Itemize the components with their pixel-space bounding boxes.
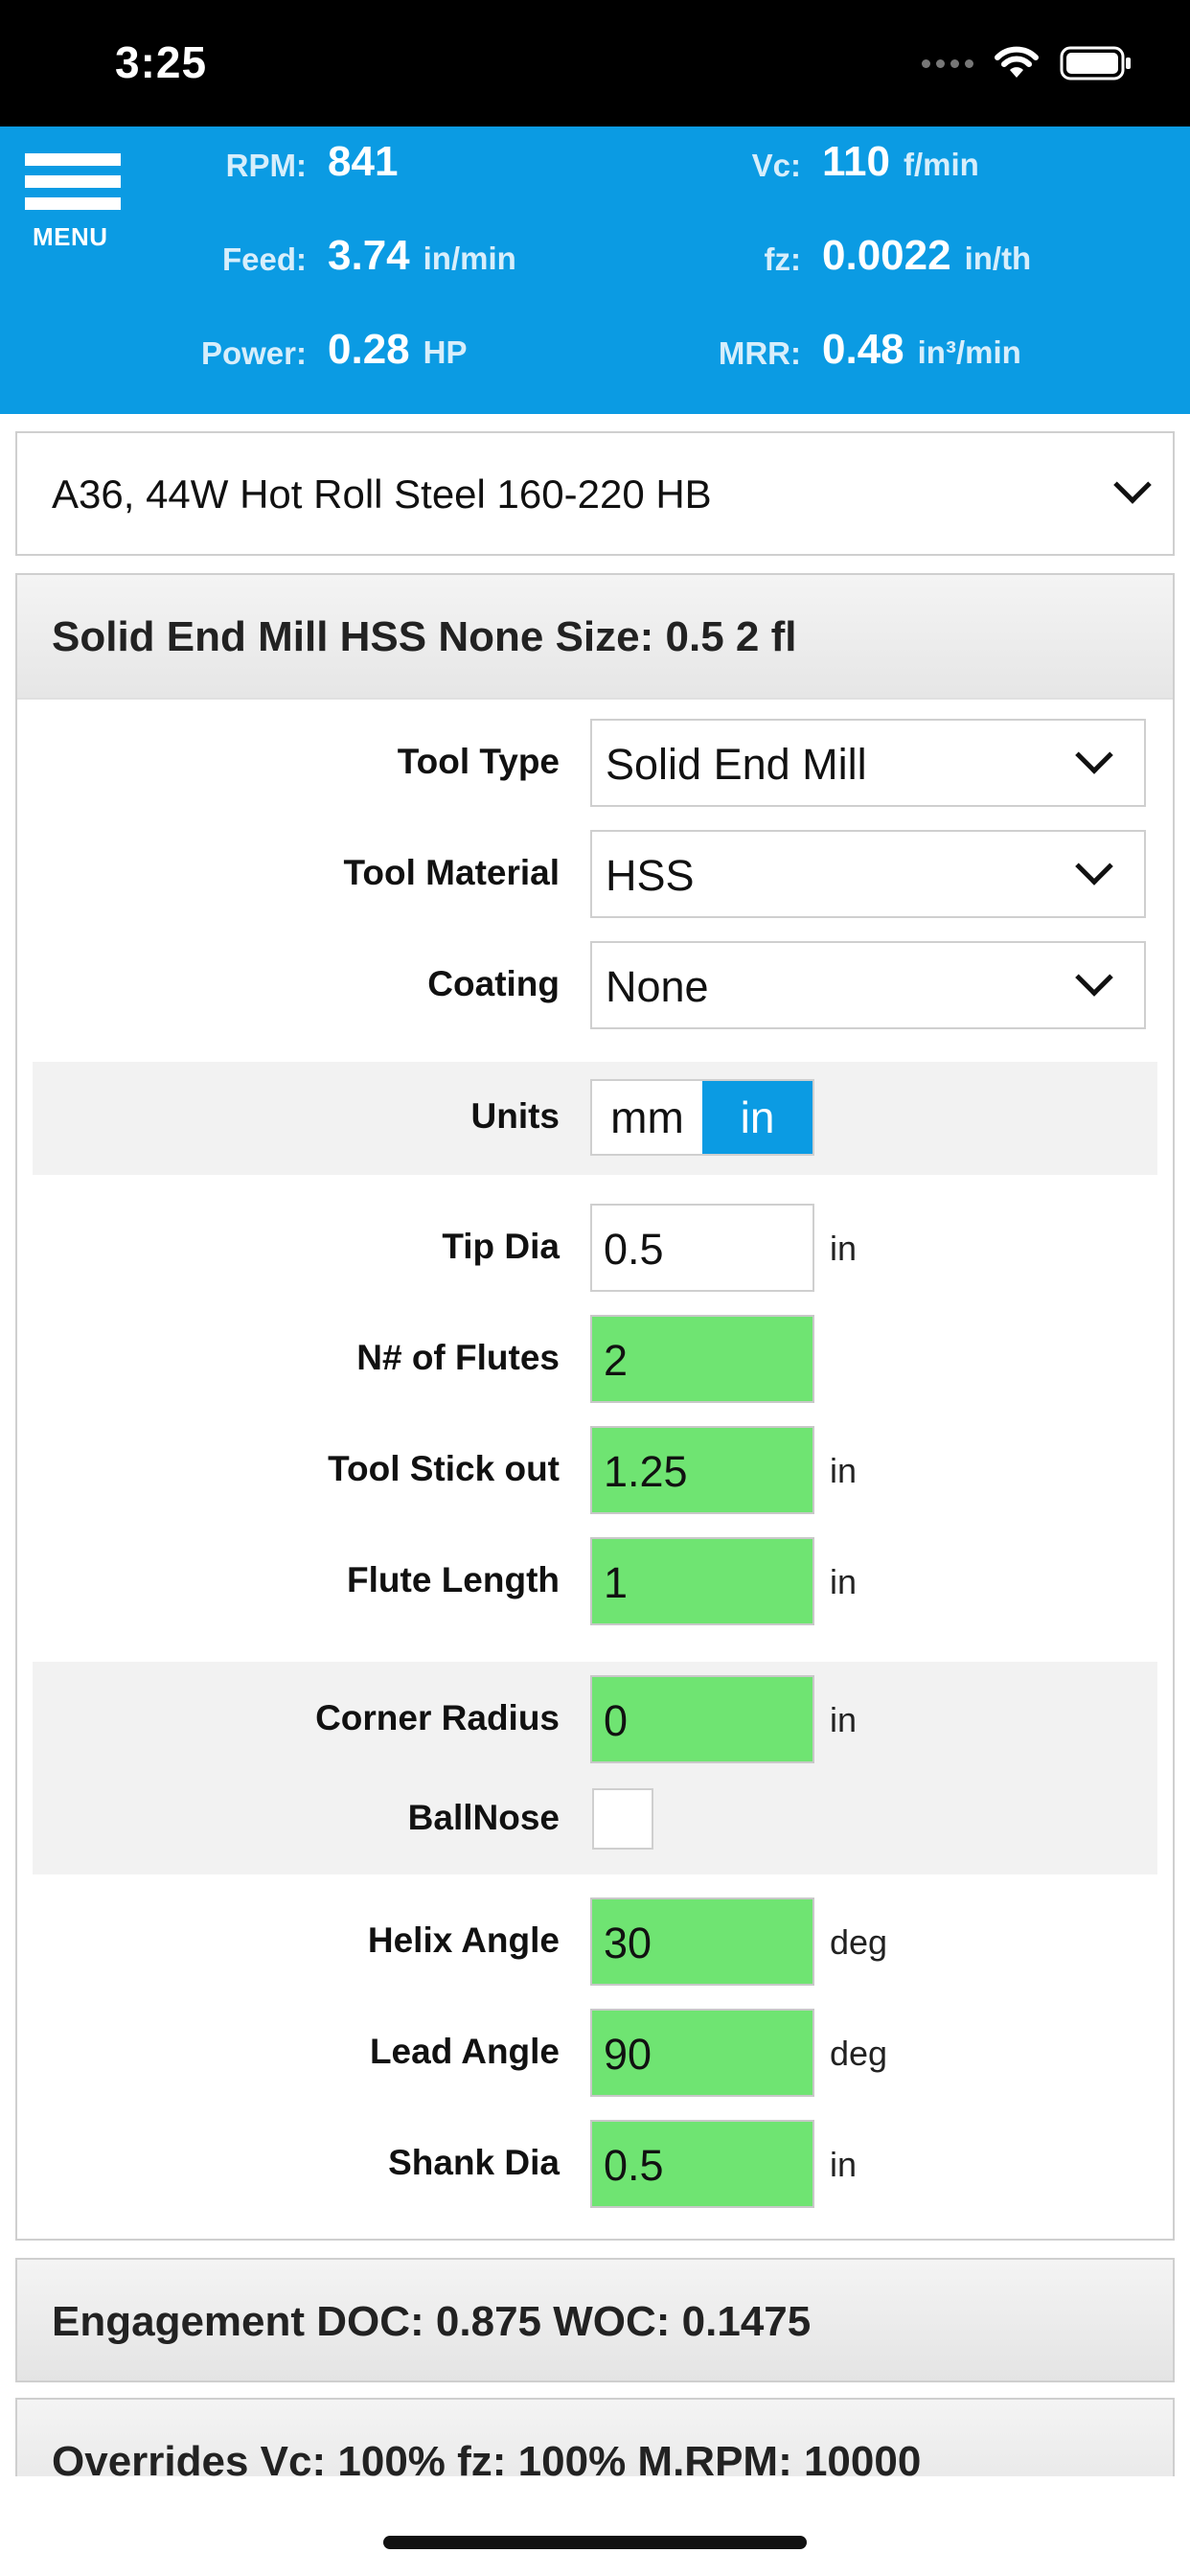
helix-angle-unit: deg	[830, 1922, 888, 1962]
corner-radius-unit: in	[830, 1700, 858, 1739]
helix-angle-input[interactable]: 30	[590, 1898, 814, 1986]
vc-readout: 110 f/min	[822, 138, 979, 186]
wifi-icon	[995, 46, 1039, 78]
lead-angle-input[interactable]: 90	[590, 2009, 814, 2097]
corner-radius-input[interactable]: 0	[590, 1675, 814, 1763]
fz-value: 0.0022	[822, 232, 951, 279]
vc-value: 110	[822, 138, 890, 185]
shank-dia-value: 0.5	[604, 2141, 664, 2190]
status-time: 3:25	[115, 37, 208, 87]
tool-panel-header[interactable]: Solid End Mill HSS None Size: 0.5 2 fl	[17, 575, 1173, 700]
coating-value: None	[606, 962, 709, 1011]
mrr-readout: 0.48 in³/min	[822, 326, 1021, 374]
flute-length-value: 1	[604, 1558, 629, 1607]
fz-label: fz:	[764, 242, 801, 277]
units-toggle[interactable]: mm in	[590, 1079, 814, 1156]
results-header: MENU RPM: 841 Vc: 110 f/min Feed: 3.74 i…	[0, 126, 1190, 414]
flutes-value: 2	[604, 1336, 629, 1385]
stick-out-unit: in	[830, 1451, 858, 1490]
engagement-title: Engagement DOC: 0.875 WOC: 0.1475	[52, 2298, 812, 2345]
lead-angle-unit: deg	[830, 2034, 888, 2073]
flutes-label: N# of Flutes	[356, 1338, 560, 1377]
tool-type-select[interactable]: Solid End Mill	[590, 719, 1146, 807]
coating-label: Coating	[427, 964, 560, 1003]
tool-type-value: Solid End Mill	[606, 740, 867, 789]
shank-dia-label: Shank Dia	[388, 2143, 560, 2182]
status-icons	[922, 44, 1133, 82]
stick-out-label: Tool Stick out	[328, 1449, 560, 1488]
rpm-label: RPM:	[225, 148, 307, 183]
vc-unit: f/min	[903, 147, 979, 182]
status-bar: 3:25	[0, 0, 1190, 126]
mrr-unit: in³/min	[917, 334, 1021, 370]
fz-unit: in/th	[964, 241, 1032, 276]
corner-radius-label: Corner Radius	[315, 1698, 560, 1737]
hamburger-icon	[25, 153, 121, 166]
vc-label: Vc:	[751, 148, 801, 183]
corner-radius-value: 0	[604, 1696, 629, 1745]
tip-dia-unit: in	[830, 1229, 858, 1268]
helix-angle-value: 30	[604, 1919, 652, 1967]
tool-material-value: HSS	[606, 851, 695, 900]
battery-icon	[1060, 46, 1131, 80]
tool-panel-title: Solid End Mill HSS None Size: 0.5 2 fl	[52, 613, 797, 660]
mrr-label: MRR:	[718, 335, 801, 371]
ballnose-label: BallNose	[407, 1798, 560, 1837]
power-unit: HP	[423, 334, 468, 370]
stick-out-input[interactable]: 1.25	[590, 1426, 814, 1514]
helix-angle-label: Helix Angle	[367, 1920, 560, 1960]
signal-icon	[922, 58, 973, 68]
power-value: 0.28	[328, 326, 410, 373]
stick-out-value: 1.25	[604, 1447, 688, 1496]
flute-length-label: Flute Length	[347, 1560, 560, 1599]
tip-dia-label: Tip Dia	[442, 1227, 560, 1266]
tip-dia-value: 0.5	[604, 1225, 664, 1274]
shank-dia-unit: in	[830, 2145, 858, 2184]
chevron-down-icon	[1075, 958, 1113, 997]
flute-length-unit: in	[830, 1562, 858, 1601]
power-readout: 0.28 HP	[328, 326, 467, 374]
flute-length-input[interactable]: 1	[590, 1537, 814, 1625]
lead-angle-value: 90	[604, 2030, 652, 2079]
tool-panel: Solid End Mill HSS None Size: 0.5 2 fl T…	[15, 573, 1175, 2241]
units-label: Units	[470, 1096, 561, 1136]
feed-value: 3.74	[328, 232, 410, 279]
power-label: Power:	[200, 335, 307, 371]
chevron-down-icon	[1075, 847, 1113, 886]
rpm-readout: 841	[328, 138, 398, 186]
rpm-value: 841	[328, 138, 399, 185]
tool-material-label: Tool Material	[343, 853, 560, 892]
mrr-value: 0.48	[822, 326, 904, 373]
shank-dia-input[interactable]: 0.5	[590, 2120, 814, 2208]
feed-label: Feed:	[221, 242, 307, 277]
engagement-panel[interactable]: Engagement DOC: 0.875 WOC: 0.1475	[15, 2258, 1175, 2382]
units-option-mm[interactable]: mm	[592, 1081, 702, 1154]
lead-angle-label: Lead Angle	[369, 2032, 560, 2071]
ballnose-checkbox[interactable]	[592, 1788, 653, 1850]
coating-select[interactable]: None	[590, 941, 1146, 1029]
home-indicator[interactable]	[383, 2536, 807, 2549]
tip-dia-input[interactable]: 0.5	[590, 1204, 814, 1292]
feed-readout: 3.74 in/min	[328, 232, 516, 280]
flutes-input[interactable]: 2	[590, 1315, 814, 1403]
units-option-in[interactable]: in	[702, 1081, 812, 1154]
home-indicator-area	[0, 2476, 1190, 2576]
feed-unit: in/min	[423, 241, 516, 276]
chevron-down-icon	[1075, 736, 1113, 774]
tool-material-select[interactable]: HSS	[590, 830, 1146, 918]
material-select[interactable]: A36, 44W Hot Roll Steel 160-220 HB	[15, 431, 1175, 556]
chevron-down-icon	[1113, 466, 1152, 504]
tool-type-label: Tool Type	[397, 742, 560, 781]
fz-readout: 0.0022 in/th	[822, 232, 1031, 280]
menu-label: MENU	[33, 222, 108, 251]
menu-button[interactable]: MENU	[25, 153, 121, 259]
material-value: A36, 44W Hot Roll Steel 160-220 HB	[52, 472, 712, 517]
